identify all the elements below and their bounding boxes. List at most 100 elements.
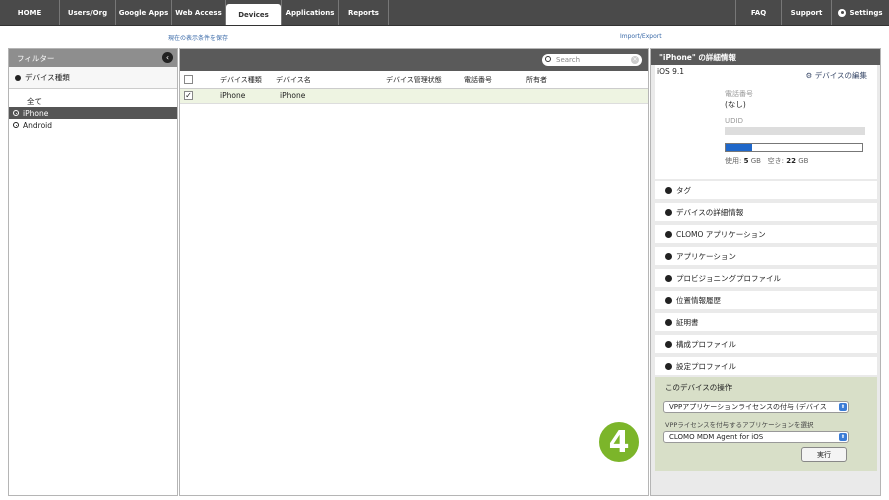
section-device-details[interactable]: デバイスの詳細情報 — [655, 203, 877, 221]
section-certificates[interactable]: 証明書 — [655, 313, 877, 331]
chevron-down-icon — [665, 296, 672, 304]
filter-option-all[interactable]: 全て — [9, 95, 177, 107]
used-label: 使用: — [725, 157, 742, 165]
filter-title: フィルター — [17, 53, 55, 63]
operation-select[interactable]: VPPアプリケーションライセンスの付与 (デバイス ⬍ — [663, 401, 849, 413]
section-config-profiles[interactable]: 構成プロファイル — [655, 335, 877, 353]
section-settings-profiles[interactable]: 設定プロファイル — [655, 357, 877, 375]
list-toolbar: Search × — [180, 49, 648, 71]
operation-select-value: VPPアプリケーションライセンスの付与 (デバイス — [669, 403, 827, 411]
chevron-down-icon — [665, 318, 672, 326]
device-list: Search × デバイス種類 デバイス名 デバイス管理状態 電話番号 所有者 … — [179, 48, 649, 496]
col-owner[interactable]: 所有者 — [526, 75, 547, 85]
nav-faq[interactable]: FAQ — [735, 0, 781, 25]
chevron-down-icon — [665, 230, 672, 238]
col-management-status[interactable]: デバイス管理状態 — [386, 75, 442, 85]
top-nav: HOME Users/Org Google Apps Web Access De… — [0, 0, 889, 26]
col-phone[interactable]: 電話番号 — [464, 75, 492, 85]
run-button[interactable]: 実行 — [801, 447, 847, 462]
table-row[interactable]: ✓ iPhone iPhone — [180, 89, 648, 104]
device-operations: このデバイスの操作 VPPアプリケーションライセンスの付与 (デバイス ⬍ VP… — [655, 377, 877, 471]
cell-device-type: iPhone — [220, 91, 246, 100]
chevron-down-icon — [665, 186, 672, 194]
nav-devices[interactable]: Devices — [226, 4, 281, 25]
storage-usage: 使用: 5 GB 空き: 22 GB — [725, 156, 808, 166]
storage-bar-fill — [726, 144, 752, 151]
chevron-down-icon — [665, 208, 672, 216]
os-version: iOS 9.1 — [657, 67, 685, 76]
select-all-checkbox[interactable] — [184, 75, 193, 84]
section-tags[interactable]: タグ — [655, 181, 877, 199]
nav-support[interactable]: Support — [781, 0, 831, 25]
col-device-type[interactable]: デバイス種類 — [220, 75, 262, 85]
cell-device-name: iPhone — [280, 91, 306, 100]
section-location-history[interactable]: 位置情報履歴 — [655, 291, 877, 309]
save-filter-link[interactable]: 現在の表示条件を保存 — [168, 33, 228, 42]
nav-settings[interactable]: Settings — [831, 0, 889, 25]
chevron-down-icon — [665, 274, 672, 282]
free-value: 22 — [786, 157, 796, 165]
radio-icon — [13, 110, 19, 116]
table-header: デバイス種類 デバイス名 デバイス管理状態 電話番号 所有者 — [180, 71, 648, 89]
chevron-up-icon — [15, 74, 21, 81]
nav-web-access[interactable]: Web Access — [172, 0, 226, 25]
filter-option-label: iPhone — [23, 108, 49, 118]
used-value: 5 — [743, 157, 749, 165]
filter-category-label: デバイス種類 — [25, 73, 70, 82]
chevron-down-icon — [665, 252, 672, 260]
nav-google-apps[interactable]: Google Apps — [116, 0, 172, 25]
detail-title: "iPhone" の詳細情報 — [651, 49, 880, 65]
select-arrow-icon: ⬍ — [839, 403, 847, 411]
edit-label: デバイスの編集 — [814, 71, 867, 80]
free-label: 空き: — [767, 157, 784, 165]
nav-users-org[interactable]: Users/Org — [60, 0, 116, 25]
collapse-left-icon[interactable]: ‹ — [162, 52, 173, 63]
used-unit: GB — [750, 157, 761, 165]
nav-home[interactable]: HOME — [0, 0, 60, 25]
section-label: アプリケーション — [676, 251, 736, 261]
nav-settings-label: Settings — [849, 8, 883, 17]
udid-value-redacted — [725, 127, 865, 135]
detail-panel: "iPhone" の詳細情報 iOS 9.1 ⚙ デバイスの編集 電話番号 (な… — [650, 48, 881, 496]
filter-header: フィルター ‹ — [9, 49, 177, 67]
search-placeholder: Search — [556, 56, 581, 64]
filter-option-label: Android — [23, 120, 52, 130]
search-input[interactable]: Search × — [542, 54, 642, 66]
chevron-down-icon — [665, 340, 672, 348]
section-clomo-apps[interactable]: CLOMO アプリケーション — [655, 225, 877, 243]
nav-applications[interactable]: Applications — [281, 0, 339, 25]
section-applications[interactable]: アプリケーション — [655, 247, 877, 265]
device-summary: iOS 9.1 ⚙ デバイスの編集 電話番号 (なし) UDID 使用: 5 G… — [655, 65, 877, 179]
nav-reports[interactable]: Reports — [339, 0, 389, 25]
section-label: CLOMO アプリケーション — [676, 229, 766, 239]
import-export-link[interactable]: Import/Export — [620, 33, 662, 40]
filter-category[interactable]: デバイス種類 — [9, 67, 177, 89]
select-arrow-icon: ⬍ — [839, 433, 847, 441]
phone-label: 電話番号 — [725, 90, 753, 98]
step-callout-badge: 4 — [597, 420, 641, 464]
radio-icon — [13, 122, 19, 128]
operations-title: このデバイスの操作 — [665, 383, 733, 392]
free-unit: GB — [798, 157, 809, 165]
col-device-name[interactable]: デバイス名 — [276, 75, 311, 85]
section-label: 位置情報履歴 — [676, 295, 721, 305]
phone-value: (なし) — [725, 100, 746, 109]
section-provisioning[interactable]: プロビジョニングプロファイル — [655, 269, 877, 287]
filter-option-android[interactable]: Android — [9, 119, 177, 131]
edit-device-link[interactable]: ⚙ デバイスの編集 — [806, 70, 867, 81]
section-label: タグ — [676, 185, 691, 195]
section-label: プロビジョニングプロファイル — [676, 273, 781, 283]
app-select-value: CLOMO MDM Agent for iOS — [669, 433, 764, 441]
udid-label: UDID — [725, 117, 743, 125]
chevron-down-icon — [665, 362, 672, 370]
gear-icon — [838, 8, 847, 17]
app-select-label: VPPライセンスを付与するアプリケーションを選択 — [665, 421, 814, 429]
search-icon — [545, 56, 551, 62]
edit-icon: ⚙ — [805, 71, 815, 80]
row-checkbox[interactable]: ✓ — [184, 91, 193, 100]
section-label: デバイスの詳細情報 — [676, 207, 744, 217]
storage-bar — [725, 143, 863, 152]
app-select[interactable]: CLOMO MDM Agent for iOS ⬍ — [663, 431, 849, 443]
filter-option-iphone[interactable]: iPhone — [9, 107, 177, 119]
clear-icon[interactable]: × — [631, 56, 639, 64]
